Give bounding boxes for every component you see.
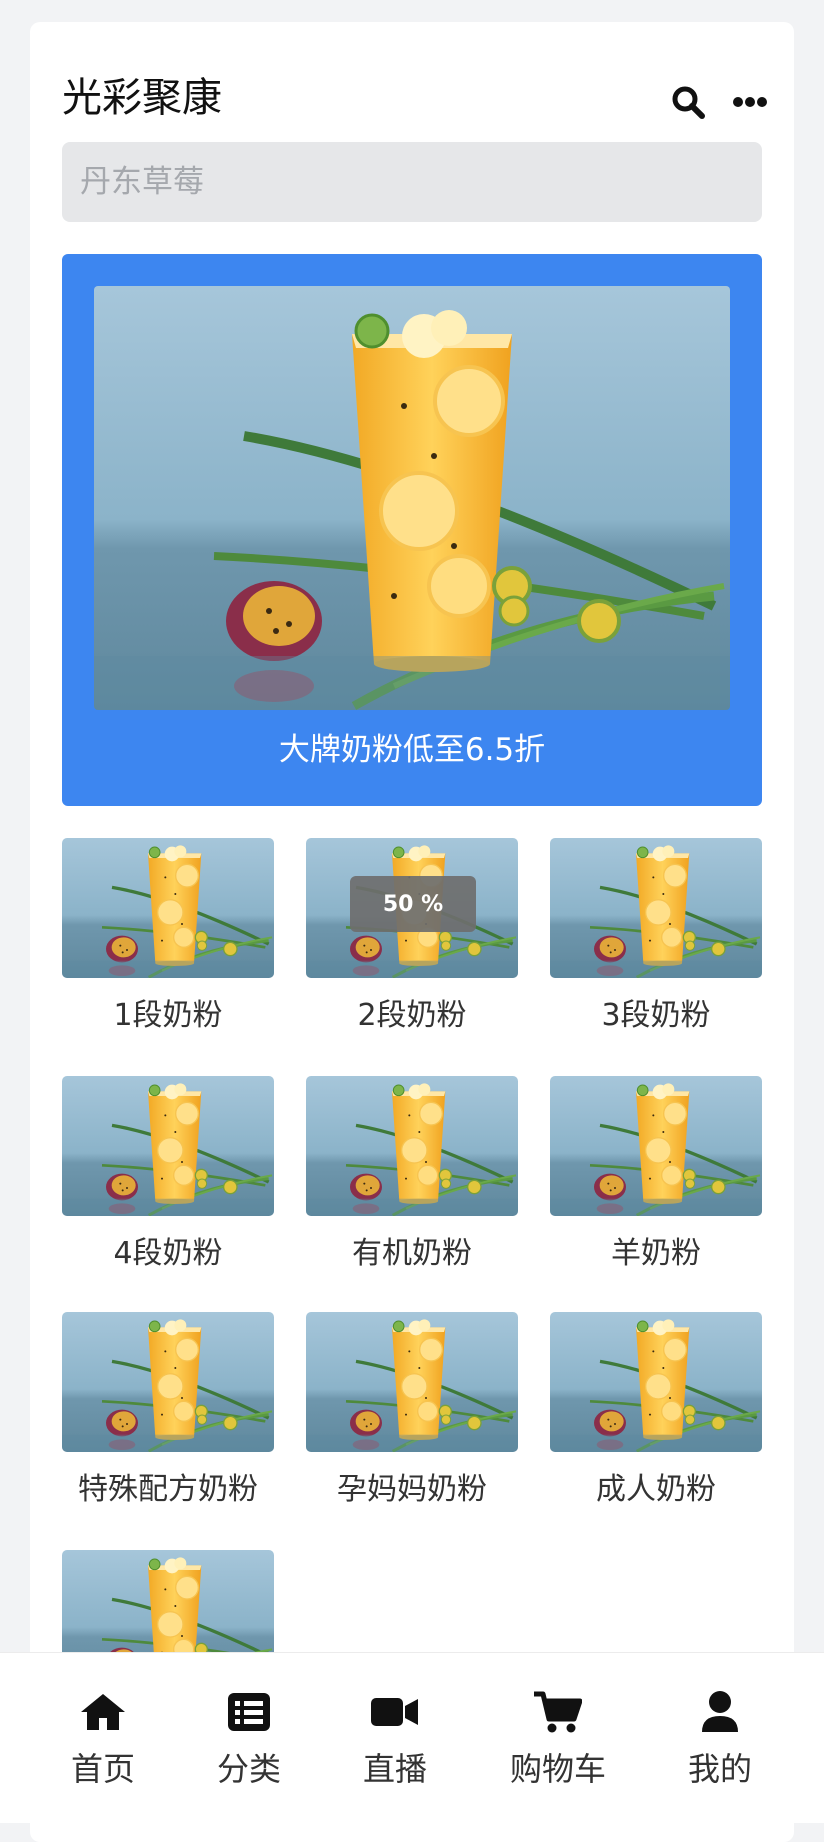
category-label: 孕妈妈奶粉 <box>337 1472 487 1507</box>
category-thumbnail <box>62 1076 274 1216</box>
category-label: 1段奶粉 <box>113 998 223 1033</box>
nav-item-category[interactable]: 分类 <box>174 1689 324 1789</box>
category-label: 2段奶粉 <box>357 998 467 1033</box>
home-icon <box>28 1689 178 1735</box>
banner-caption: 大牌奶粉低至6.5折 <box>278 732 546 768</box>
page-card: 光彩聚康 大牌奶粉低至6.5折 1段奶粉 <box>30 22 794 1842</box>
category-label: 特殊配方奶粉 <box>78 1472 258 1507</box>
category-thumbnail <box>62 838 274 978</box>
banner-image <box>94 286 730 710</box>
category-thumbnail <box>550 1076 762 1216</box>
promo-banner[interactable]: 大牌奶粉低至6.5折 <box>62 254 762 806</box>
category-item-1[interactable]: 1段奶粉 <box>62 838 274 1036</box>
nav-item-profile[interactable]: 我的 <box>645 1689 795 1789</box>
category-item-3[interactable]: 3段奶粉 <box>550 838 762 1036</box>
category-item-8[interactable]: 孕妈妈奶粉 <box>306 1312 518 1510</box>
category-item-2[interactable]: 50 % 2段奶粉 <box>306 838 518 1036</box>
app-header: 光彩聚康 <box>62 58 767 144</box>
category-item-9[interactable]: 成人奶粉 <box>550 1312 762 1510</box>
bottom-navigation: 首页 分类 直播 购物车 我的 <box>0 1652 824 1823</box>
category-label: 羊奶粉 <box>611 1236 701 1271</box>
category-item-6[interactable]: 羊奶粉 <box>550 1076 762 1274</box>
category-thumbnail <box>550 838 762 978</box>
nav-label: 直播 <box>362 1750 427 1788</box>
category-thumbnail: 50 % <box>306 838 518 978</box>
category-label: 有机奶粉 <box>352 1236 472 1271</box>
nav-item-cart[interactable]: 购物车 <box>483 1689 633 1789</box>
search-icon[interactable] <box>664 78 712 126</box>
nav-label: 分类 <box>216 1750 281 1788</box>
category-label: 3段奶粉 <box>601 998 711 1033</box>
category-thumbnail <box>62 1312 274 1452</box>
nav-item-live[interactable]: 直播 <box>320 1689 470 1789</box>
more-dots-icon[interactable] <box>726 78 774 126</box>
loading-progress-toast: 50 % <box>350 876 476 932</box>
search-box[interactable] <box>62 142 762 222</box>
category-label: 4段奶粉 <box>113 1236 223 1271</box>
category-thumbnail <box>306 1076 518 1216</box>
category-item-4[interactable]: 4段奶粉 <box>62 1076 274 1274</box>
search-input[interactable] <box>78 163 746 201</box>
category-label: 成人奶粉 <box>596 1472 716 1507</box>
category-thumbnail <box>306 1312 518 1452</box>
nav-label: 首页 <box>70 1750 135 1788</box>
video-camera-icon <box>320 1689 470 1735</box>
nav-label: 我的 <box>687 1750 752 1788</box>
page-title: 光彩聚康 <box>62 75 222 121</box>
category-thumbnail <box>550 1312 762 1452</box>
category-item-5[interactable]: 有机奶粉 <box>306 1076 518 1274</box>
user-icon <box>645 1689 795 1735</box>
list-icon <box>174 1689 324 1735</box>
nav-label: 购物车 <box>509 1750 606 1788</box>
nav-item-home[interactable]: 首页 <box>28 1689 178 1789</box>
category-item-7[interactable]: 特殊配方奶粉 <box>62 1312 274 1510</box>
cart-icon <box>483 1689 633 1735</box>
